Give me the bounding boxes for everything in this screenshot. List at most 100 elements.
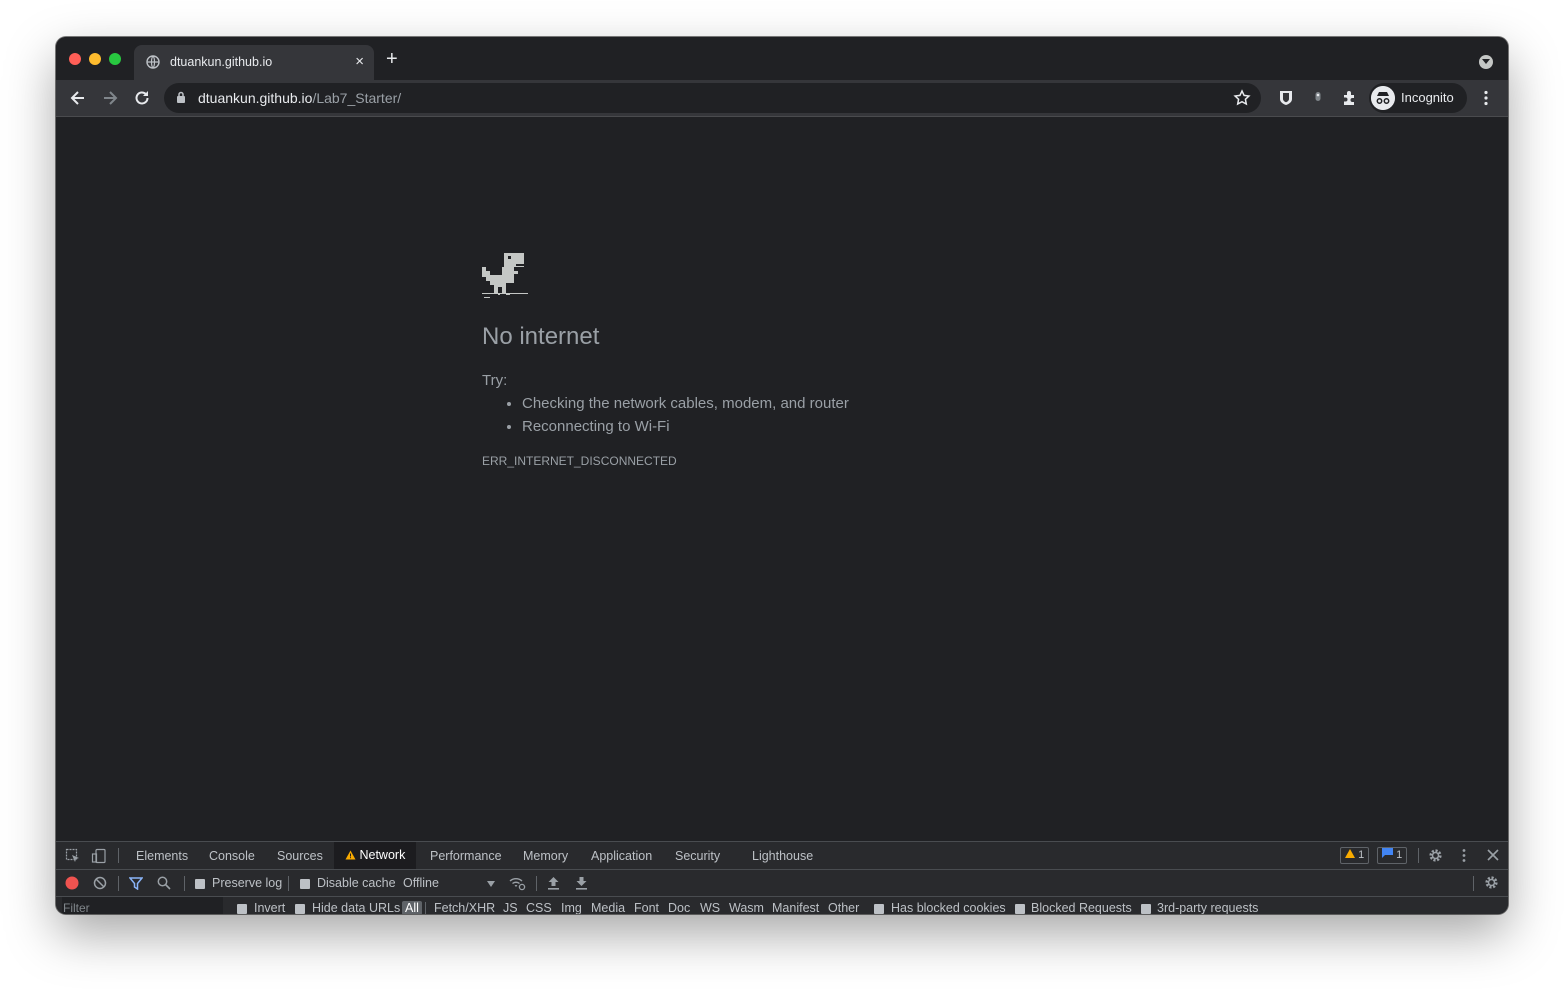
zoom-window-button[interactable] (109, 53, 121, 65)
bookmark-star-icon[interactable] (1233, 89, 1251, 107)
messages-badge[interactable]: 1 (1377, 847, 1408, 864)
minimize-window-button[interactable] (89, 53, 101, 65)
warnings-badge[interactable]: 1 (1340, 847, 1370, 864)
third-party-checkbox[interactable] (1141, 904, 1151, 914)
throttling-select[interactable]: Offline (403, 876, 439, 890)
address-bar[interactable]: dtuankun.github.io/Lab7_Starter/ (164, 83, 1261, 113)
toolbar-divider (1473, 876, 1474, 891)
message-icon (1382, 848, 1393, 858)
network-toolbar: Preserve log Disable cache Offline (56, 870, 1508, 897)
type-filter-manifest[interactable]: Manifest (772, 901, 819, 914)
new-tab-button[interactable]: + (386, 49, 398, 69)
tab-elements[interactable]: Elements (136, 849, 188, 863)
more-options-icon[interactable] (1458, 848, 1470, 863)
type-filter-font[interactable]: Font (634, 901, 659, 914)
type-filter-doc[interactable]: Doc (668, 901, 690, 914)
blocked-cookies-checkbox[interactable] (874, 904, 884, 914)
toolbar-divider (536, 876, 537, 891)
type-filter-media[interactable]: Media (591, 901, 625, 914)
filter-input[interactable]: Filter (62, 897, 223, 914)
tab-lighthouse[interactable]: Lighthouse (752, 849, 813, 863)
suggestion-item: Checking the network cables, modem, and … (522, 395, 849, 418)
tab-network[interactable]: Network (334, 842, 417, 869)
devtools-tabbar: Elements Console Sources Network Perform… (56, 842, 1508, 870)
browser-window: dtuankun.github.io × + dtuankun.github.i… (56, 37, 1508, 914)
tab-security[interactable]: Security (675, 849, 720, 863)
tab-search-icon[interactable] (1479, 55, 1493, 69)
type-filter-ws[interactable]: WS (700, 901, 720, 914)
tab-network-label: Network (359, 848, 406, 862)
reload-icon[interactable] (132, 88, 152, 108)
suggestion-item: Reconnecting to Wi-Fi (522, 418, 849, 441)
tab-performance[interactable]: Performance (430, 849, 502, 863)
blocked-requests-checkbox[interactable] (1015, 904, 1025, 914)
forward-arrow-icon[interactable] (100, 88, 120, 108)
filter-funnel-icon[interactable] (129, 877, 143, 890)
shield-extension-icon[interactable] (1276, 88, 1296, 108)
search-icon[interactable] (157, 876, 171, 890)
record-icon[interactable] (65, 876, 79, 890)
incognito-profile-button[interactable]: Incognito (1369, 83, 1467, 113)
tab-memory[interactable]: Memory (523, 849, 568, 863)
toolbar-divider (1418, 848, 1419, 863)
hide-data-urls-checkbox[interactable] (295, 904, 305, 914)
message-count: 1 (1396, 849, 1403, 861)
back-arrow-icon[interactable] (68, 88, 88, 108)
inspect-element-icon[interactable] (65, 848, 81, 864)
disable-cache-label: Disable cache (317, 876, 396, 890)
blocked-requests-label: Blocked Requests (1031, 901, 1132, 914)
url-host: dtuankun.github.io (198, 90, 313, 106)
settings-gear-icon[interactable] (1428, 848, 1443, 863)
device-toolbar-icon[interactable] (91, 848, 107, 864)
preserve-log-label: Preserve log (212, 876, 283, 890)
chevron-down-icon[interactable] (487, 881, 495, 887)
type-filter-other[interactable]: Other (828, 901, 859, 914)
invert-label: Invert (254, 901, 286, 914)
more-menu-icon[interactable] (1476, 88, 1496, 108)
type-filter-css[interactable]: CSS (526, 901, 552, 914)
type-filter-fetch[interactable]: Fetch/XHR (434, 901, 495, 914)
warning-icon (1345, 849, 1355, 858)
page-content: No internet Try: Checking the network ca… (56, 117, 1508, 841)
extensions-puzzle-icon[interactable] (1340, 88, 1360, 108)
close-window-button[interactable] (69, 53, 81, 65)
disable-cache-checkbox[interactable] (300, 879, 310, 889)
tab-console[interactable]: Console (209, 849, 255, 863)
tab-application[interactable]: Application (591, 849, 652, 863)
error-code: ERR_INTERNET_DISCONNECTED (482, 454, 677, 468)
try-label: Try: (482, 372, 508, 389)
network-filter-bar: Filter Invert Hide data URLs All Fetch/X… (56, 897, 1508, 914)
browser-toolbar: dtuankun.github.io/Lab7_Starter/ Incogni… (56, 80, 1508, 117)
toolbar-divider (118, 876, 119, 891)
network-conditions-icon[interactable] (509, 876, 526, 891)
tab-sources[interactable]: Sources (277, 849, 323, 863)
suggestion-list: Checking the network cables, modem, and … (482, 395, 849, 441)
browser-tab[interactable]: dtuankun.github.io × (134, 45, 374, 80)
toolbar-divider (118, 848, 119, 863)
url-text[interactable]: dtuankun.github.io/Lab7_Starter/ (198, 90, 401, 106)
import-har-icon[interactable] (547, 876, 560, 890)
clear-icon[interactable] (93, 876, 107, 890)
tab-title: dtuankun.github.io (170, 55, 273, 69)
preserve-log-checkbox[interactable] (195, 879, 205, 889)
mic-extension-icon[interactable] (1308, 88, 1328, 108)
type-filter-all[interactable]: All (402, 901, 422, 914)
type-filter-img[interactable]: Img (561, 901, 582, 914)
close-tab-icon[interactable]: × (355, 54, 364, 69)
toolbar-divider (425, 902, 426, 914)
type-filter-js[interactable]: JS (503, 901, 518, 914)
tab-strip: dtuankun.github.io × + (56, 37, 1508, 80)
invert-checkbox[interactable] (237, 904, 247, 914)
close-icon[interactable] (1487, 849, 1499, 861)
warning-count: 1 (1358, 849, 1365, 861)
network-settings-icon[interactable] (1484, 875, 1499, 890)
type-filter-wasm[interactable]: Wasm (729, 901, 764, 914)
url-path: /Lab7_Starter/ (312, 90, 402, 106)
third-party-label: 3rd-party requests (1157, 901, 1259, 914)
blocked-cookies-label: Has blocked cookies (891, 901, 1006, 914)
lock-icon[interactable] (176, 91, 186, 104)
devtools-panel: Elements Console Sources Network Perform… (56, 841, 1508, 914)
export-har-icon[interactable] (575, 876, 588, 890)
incognito-label: Incognito (1401, 90, 1454, 105)
hide-data-urls-label: Hide data URLs (312, 901, 401, 914)
